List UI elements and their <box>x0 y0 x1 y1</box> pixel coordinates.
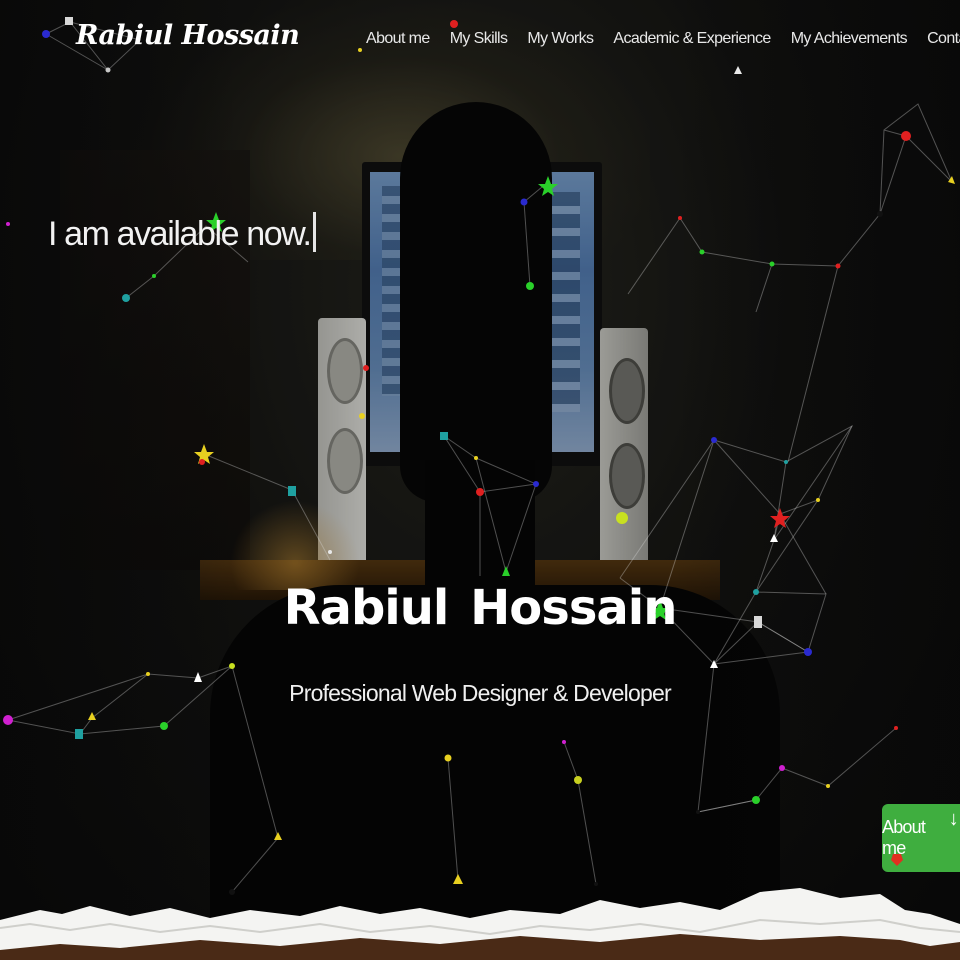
torn-paper-divider <box>0 888 960 960</box>
about-me-button[interactable]: About me ↓ <box>882 804 960 872</box>
typed-text-content: I am available now. <box>48 215 312 253</box>
main-nav: About me My Skills My Works Academic & E… <box>356 30 960 48</box>
typed-text: I am available now. <box>48 212 316 254</box>
nav-my-achievements[interactable]: My Achievements <box>781 30 917 48</box>
about-me-button-label: About me <box>882 817 926 858</box>
nav-my-skills[interactable]: My Skills <box>440 30 518 48</box>
typing-caret <box>312 212 316 252</box>
red-marker-icon <box>891 854 903 866</box>
nav-contact-me[interactable]: Contact me <box>917 30 960 48</box>
nav-academic-experience[interactable]: Academic & Experience <box>603 30 780 48</box>
particle-network <box>3 17 955 895</box>
hero-section: Rabiul Hossain About me My Skills My Wor… <box>0 0 960 960</box>
hero-role: Professional Web Designer & Developer <box>289 680 671 706</box>
nav-my-works[interactable]: My Works <box>517 30 603 48</box>
nav-about-me[interactable]: About me <box>356 30 440 48</box>
hero-name: Rabiul Hossain <box>283 580 678 636</box>
arrow-down-icon: ↓ <box>948 808 959 830</box>
site-logo[interactable]: Rabiul Hossain <box>76 20 300 51</box>
